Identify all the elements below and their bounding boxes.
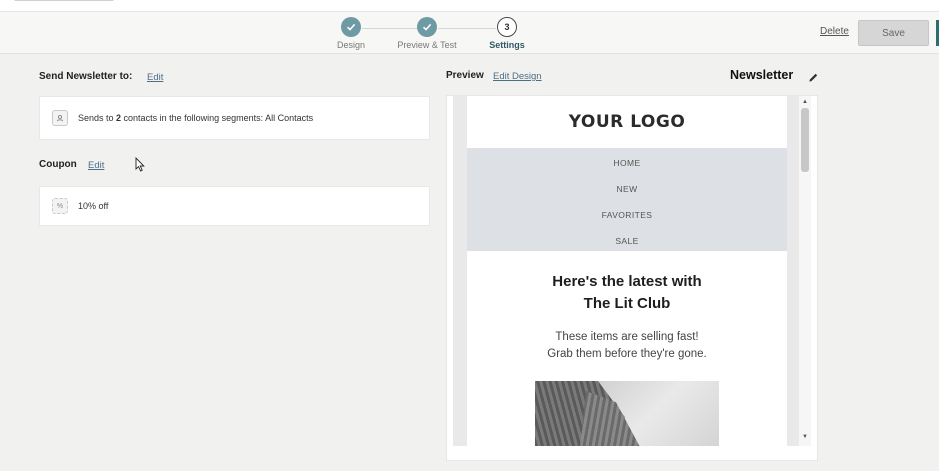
stepper-header: Design Preview & Test 3 Settings Delete … — [0, 12, 939, 54]
step-settings[interactable]: 3 Settings — [487, 17, 527, 50]
email-preview-frame: YOUR LOGO HOME NEW FAVORITES SALE Here's… — [446, 95, 818, 461]
mouse-pointer-icon — [135, 156, 145, 177]
coupon-section-title: Coupon — [39, 159, 77, 170]
check-icon — [341, 17, 361, 37]
preview-label: Preview — [446, 70, 484, 81]
delete-link[interactable]: Delete — [820, 26, 849, 37]
step-label: Design — [336, 40, 365, 50]
email-nav-item: SALE — [615, 236, 639, 246]
email-nav-item: HOME — [613, 158, 641, 168]
preview-gutter — [787, 96, 799, 446]
email-nav-item: FAVORITES — [601, 210, 653, 220]
scroll-down-icon[interactable]: ▼ — [802, 434, 808, 440]
send-section-title: Send Newsletter to: — [39, 71, 133, 82]
scroll-thumb[interactable] — [801, 108, 809, 172]
email-nav-item: NEW — [616, 184, 638, 194]
email-headline: Here's the latest with The Lit Club — [552, 273, 702, 312]
send-summary-card: Sends to 2 contacts in the following seg… — [39, 96, 430, 140]
step-label: Settings — [489, 40, 525, 50]
top-strip — [0, 0, 939, 12]
step-design[interactable]: Design — [331, 17, 371, 50]
top-bar-remnant — [14, 0, 114, 1]
newsletter-title: Newsletter — [730, 68, 794, 82]
email-nav: HOME NEW FAVORITES SALE — [467, 148, 787, 251]
preview-gutter — [453, 96, 467, 446]
coupon-card: % 10% off — [39, 186, 430, 226]
save-button[interactable]: Save — [858, 20, 929, 46]
pencil-icon[interactable] — [808, 70, 819, 88]
coupon-value: 10% off — [78, 201, 109, 211]
email-body: YOUR LOGO HOME NEW FAVORITES SALE Here's… — [467, 96, 787, 446]
contacts-icon — [52, 110, 68, 126]
scroll-up-icon[interactable]: ▲ — [802, 99, 808, 105]
send-summary-text: Sends to 2 contacts in the following seg… — [78, 113, 314, 123]
email-subheadline: These items are selling fast! Grab them … — [547, 331, 707, 360]
product-image — [535, 381, 719, 446]
preview-scrollbar[interactable]: ▲ ▼ — [799, 96, 811, 446]
step-preview-test[interactable]: Preview & Test — [397, 17, 457, 50]
email-logo: YOUR LOGO — [568, 112, 686, 132]
step-label: Preview & Test — [397, 40, 457, 50]
coupon-edit-link[interactable]: Edit — [88, 160, 104, 171]
edit-design-link[interactable]: Edit Design — [493, 71, 542, 82]
check-icon — [417, 17, 437, 37]
send-edit-link[interactable]: Edit — [147, 72, 163, 83]
coupon-icon: % — [52, 198, 68, 214]
step-number: 3 — [497, 17, 517, 37]
